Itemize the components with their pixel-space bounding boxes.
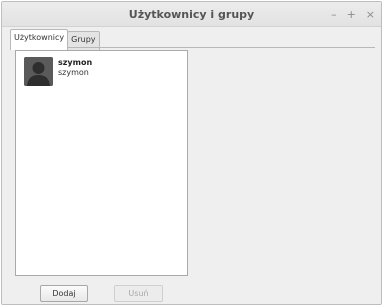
- add-user-button[interactable]: Dodaj: [40, 285, 88, 302]
- avatar: [24, 57, 53, 86]
- maximize-button[interactable]: +: [347, 9, 356, 20]
- minimize-button[interactable]: –: [331, 9, 337, 20]
- user-display-name: szymon: [58, 58, 93, 67]
- close-button[interactable]: ×: [366, 9, 375, 20]
- user-text: szymon szymon: [58, 58, 92, 78]
- list-item[interactable]: szymon szymon: [24, 57, 92, 86]
- tab-users[interactable]: Użytkownicy: [10, 29, 69, 50]
- user-login-name: szymon: [58, 68, 89, 77]
- titlebar[interactable]: Użytkownicy i grupy – + ×: [2, 2, 381, 27]
- window-controls: – + ×: [331, 2, 375, 27]
- remove-user-button[interactable]: Usuń: [114, 285, 163, 302]
- window-title: Użytkownicy i grupy: [128, 8, 255, 21]
- users-groups-window: Użytkownicy i grupy – + × Użytkownicy Gr…: [1, 1, 382, 305]
- user-list[interactable]: szymon szymon: [15, 50, 188, 276]
- person-silhouette-icon: [24, 57, 53, 86]
